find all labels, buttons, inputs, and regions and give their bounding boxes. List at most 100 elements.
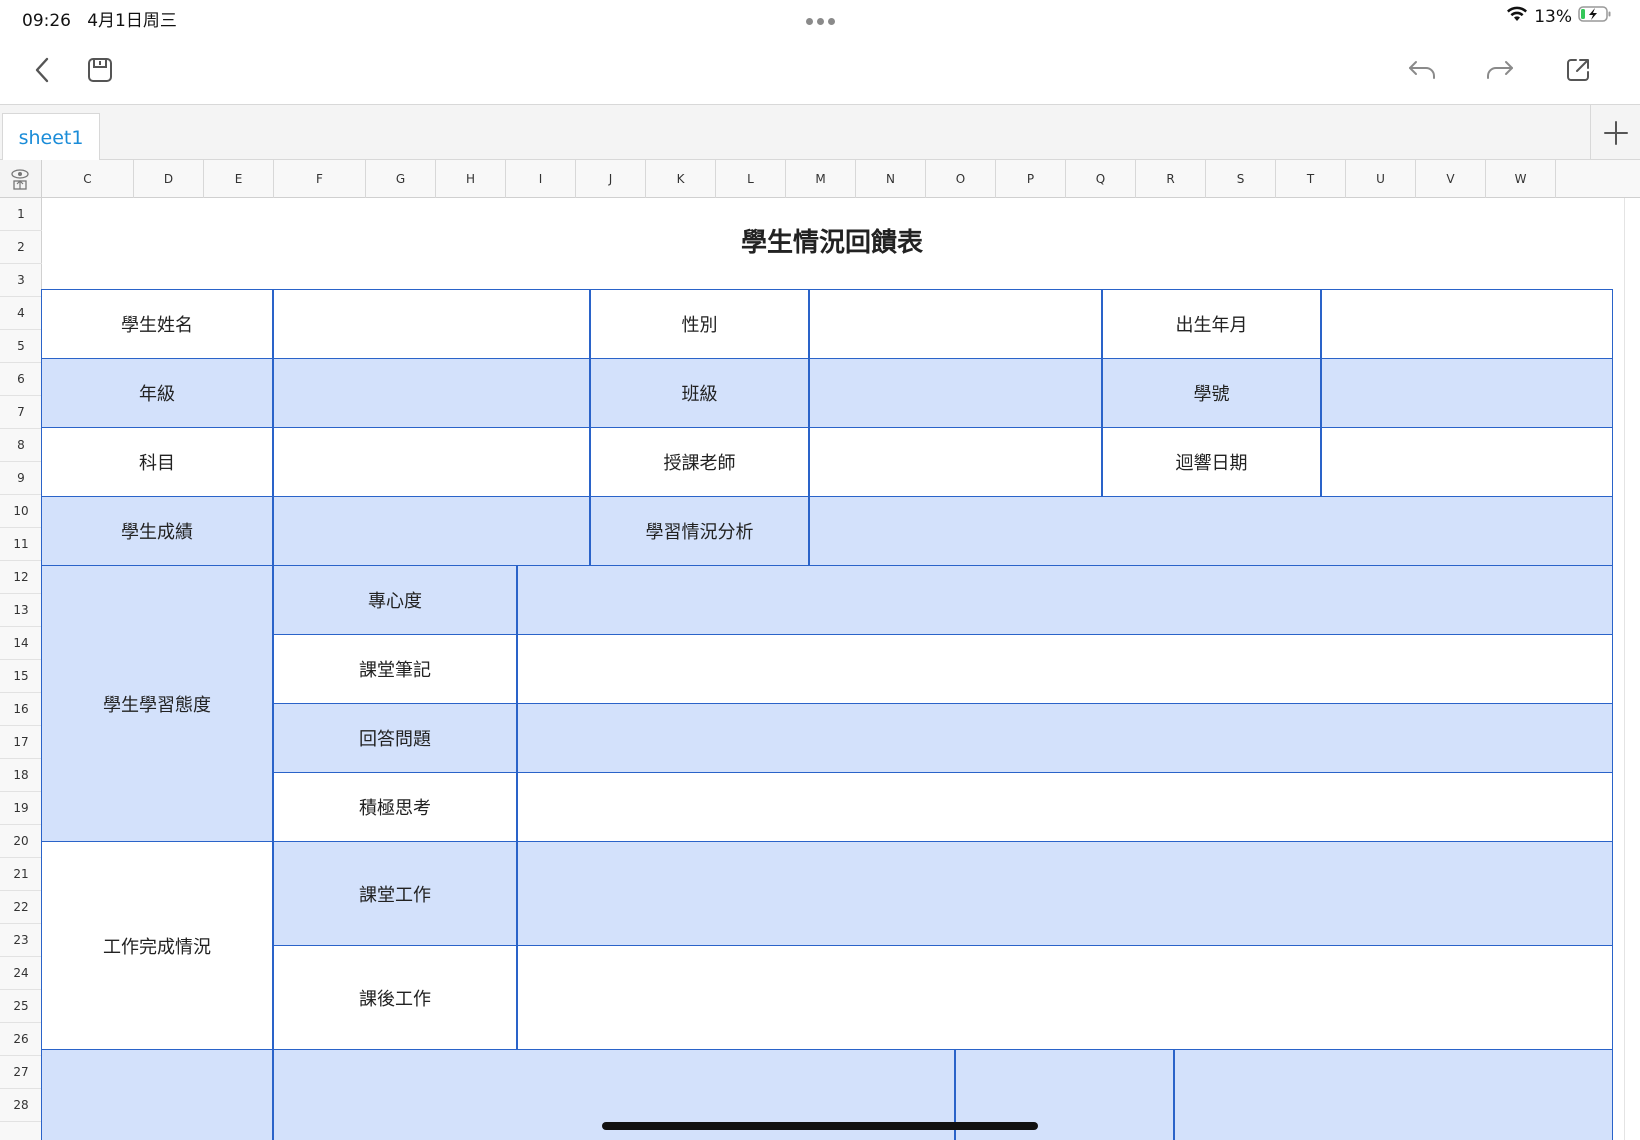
row-header-10[interactable]: 10 <box>0 495 42 528</box>
row-header-25[interactable]: 25 <box>0 990 42 1023</box>
row-header-23[interactable]: 23 <box>0 924 42 957</box>
input-student-name[interactable] <box>273 289 590 359</box>
label-subject[interactable]: 科目 <box>41 427 273 497</box>
label-class-work[interactable]: 課堂工作 <box>273 841 517 946</box>
column-header-p[interactable]: P <box>996 160 1066 198</box>
redo-button[interactable] <box>1480 50 1520 90</box>
row-header-19[interactable]: 19 <box>0 792 42 825</box>
home-indicator[interactable] <box>602 1122 1038 1130</box>
column-header-n[interactable]: N <box>856 160 926 198</box>
input-grade[interactable] <box>273 358 590 428</box>
row-header-8[interactable]: 8 <box>0 429 42 462</box>
label-analysis[interactable]: 學習情況分析 <box>590 496 809 566</box>
input-subject[interactable] <box>273 427 590 497</box>
share-button[interactable] <box>1558 50 1598 90</box>
label-score[interactable]: 學生成績 <box>41 496 273 566</box>
column-header-d[interactable]: D <box>134 160 204 198</box>
column-header-m[interactable]: M <box>786 160 856 198</box>
label-answering[interactable]: 回答問題 <box>273 703 517 773</box>
column-header-g[interactable]: G <box>366 160 436 198</box>
row-header-14[interactable]: 14 <box>0 627 42 660</box>
add-sheet-button[interactable] <box>1596 113 1636 153</box>
label-student-name[interactable]: 學生姓名 <box>41 289 273 359</box>
form-title[interactable]: 學生情況回饋表 <box>42 220 1622 260</box>
select-all-corner[interactable] <box>0 160 42 198</box>
row-header-5[interactable]: 5 <box>0 330 42 363</box>
row-header-7[interactable]: 7 <box>0 396 42 429</box>
cell-row26-a[interactable] <box>41 1049 273 1140</box>
tab-sheet1[interactable]: sheet1 <box>2 113 100 161</box>
label-focus[interactable]: 專心度 <box>273 565 517 635</box>
input-answering[interactable] <box>517 703 1613 773</box>
column-header-v[interactable]: V <box>1416 160 1486 198</box>
label-attitude[interactable]: 學生學習態度 <box>41 565 273 842</box>
save-button[interactable] <box>80 50 120 90</box>
input-analysis[interactable] <box>809 496 1613 566</box>
input-thinking[interactable] <box>517 772 1613 842</box>
row-header-9[interactable]: 9 <box>0 462 42 495</box>
undo-button[interactable] <box>1402 50 1442 90</box>
row-header-21[interactable]: 21 <box>0 858 42 891</box>
row-header-27[interactable]: 27 <box>0 1056 42 1089</box>
row-header-11[interactable]: 11 <box>0 528 42 561</box>
label-work[interactable]: 工作完成情況 <box>41 841 273 1050</box>
row-header-1[interactable]: 1 <box>0 198 42 231</box>
row-header-13[interactable]: 13 <box>0 594 42 627</box>
input-student-id[interactable] <box>1321 358 1613 428</box>
vertical-scroll-track[interactable] <box>1624 198 1625 1140</box>
label-student-id[interactable]: 學號 <box>1102 358 1321 428</box>
input-class[interactable] <box>809 358 1102 428</box>
column-header-t[interactable]: T <box>1276 160 1346 198</box>
input-birth[interactable] <box>1321 289 1613 359</box>
row-header-15[interactable]: 15 <box>0 660 42 693</box>
row-header-28[interactable]: 28 <box>0 1089 42 1122</box>
column-header-r[interactable]: R <box>1136 160 1206 198</box>
input-teacher[interactable] <box>809 427 1102 497</box>
row-header-16[interactable]: 16 <box>0 693 42 726</box>
row-header-26[interactable]: 26 <box>0 1023 42 1056</box>
label-class[interactable]: 班級 <box>590 358 809 428</box>
row-header-12[interactable]: 12 <box>0 561 42 594</box>
input-gender[interactable] <box>809 289 1102 359</box>
row-header-17[interactable]: 17 <box>0 726 42 759</box>
column-header-l[interactable]: L <box>716 160 786 198</box>
multitasking-dots-icon[interactable] <box>804 10 837 29</box>
label-gender[interactable]: 性別 <box>590 289 809 359</box>
row-header-24[interactable]: 24 <box>0 957 42 990</box>
label-grade[interactable]: 年級 <box>41 358 273 428</box>
sheet-canvas[interactable]: 學生情況回饋表 學生姓名 性別 出生年月 年級 班級 學號 科目 授課老師 迴響… <box>41 198 1640 1140</box>
column-header-i[interactable]: I <box>506 160 576 198</box>
label-notes[interactable]: 課堂筆記 <box>273 634 517 704</box>
column-header-w[interactable]: W <box>1486 160 1556 198</box>
row-header-22[interactable]: 22 <box>0 891 42 924</box>
label-teacher[interactable]: 授課老師 <box>590 427 809 497</box>
row-header-6[interactable]: 6 <box>0 363 42 396</box>
input-score[interactable] <box>273 496 590 566</box>
column-header-h[interactable]: H <box>436 160 506 198</box>
cell-row26-d[interactable] <box>1174 1049 1613 1140</box>
row-header-4[interactable]: 4 <box>0 297 42 330</box>
input-notes[interactable] <box>517 634 1613 704</box>
column-header-j[interactable]: J <box>576 160 646 198</box>
row-header-20[interactable]: 20 <box>0 825 42 858</box>
column-header-f[interactable]: F <box>274 160 366 198</box>
input-focus[interactable] <box>517 565 1613 635</box>
row-header-2[interactable]: 2 <box>0 231 42 264</box>
column-header-c[interactable]: C <box>42 160 134 198</box>
label-birth[interactable]: 出生年月 <box>1102 289 1321 359</box>
input-class-work[interactable] <box>517 841 1613 946</box>
back-button[interactable] <box>22 50 62 90</box>
label-homework[interactable]: 課後工作 <box>273 945 517 1050</box>
column-header-k[interactable]: K <box>646 160 716 198</box>
label-feedback-date[interactable]: 迴響日期 <box>1102 427 1321 497</box>
input-feedback-date[interactable] <box>1321 427 1613 497</box>
column-header-e[interactable]: E <box>204 160 274 198</box>
column-header-u[interactable]: U <box>1346 160 1416 198</box>
label-thinking[interactable]: 積極思考 <box>273 772 517 842</box>
column-header-s[interactable]: S <box>1206 160 1276 198</box>
column-header-q[interactable]: Q <box>1066 160 1136 198</box>
row-header-3[interactable]: 3 <box>0 264 42 297</box>
row-header-18[interactable]: 18 <box>0 759 42 792</box>
input-homework[interactable] <box>517 945 1613 1050</box>
column-header-o[interactable]: O <box>926 160 996 198</box>
